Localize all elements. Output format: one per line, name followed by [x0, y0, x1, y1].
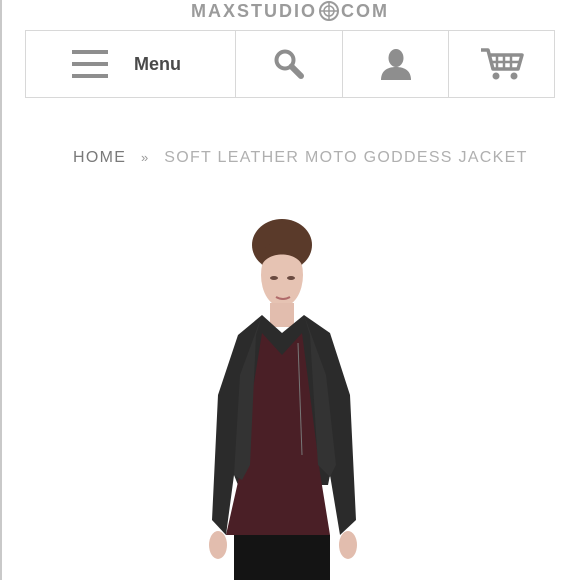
model-eye-left	[270, 276, 278, 280]
breadcrumb-current: SOFT LEATHER MOTO GODDESS JACKET	[164, 149, 528, 166]
model-hand-right	[339, 531, 357, 559]
account-button[interactable]	[343, 31, 450, 97]
site-logo[interactable]: MAXSTUDIO COM	[0, 0, 580, 22]
product-image[interactable]	[190, 215, 390, 580]
cart-icon	[480, 48, 524, 80]
user-icon	[380, 49, 411, 80]
model-hand-left	[209, 531, 227, 559]
cart-button[interactable]	[449, 31, 554, 97]
logo-text-left: MAXSTUDIO	[191, 0, 317, 21]
search-button[interactable]	[236, 31, 343, 97]
model-leggings	[234, 535, 330, 580]
breadcrumb-separator: »	[140, 150, 150, 165]
search-icon	[274, 49, 305, 79]
top-navigation: Menu	[25, 30, 555, 98]
model-neck	[270, 303, 294, 327]
logo-text-right: COM	[341, 0, 389, 21]
menu-button[interactable]: Menu	[26, 31, 237, 97]
model-eye-right	[287, 276, 295, 280]
breadcrumb: HOME » SOFT LEATHER MOTO GODDESS JACKET	[73, 149, 528, 167]
hamburger-icon	[72, 50, 108, 78]
globe-icon	[319, 1, 339, 21]
menu-label: Menu	[134, 53, 181, 74]
breadcrumb-home-link[interactable]: HOME	[73, 149, 126, 166]
page-left-border	[0, 0, 2, 580]
